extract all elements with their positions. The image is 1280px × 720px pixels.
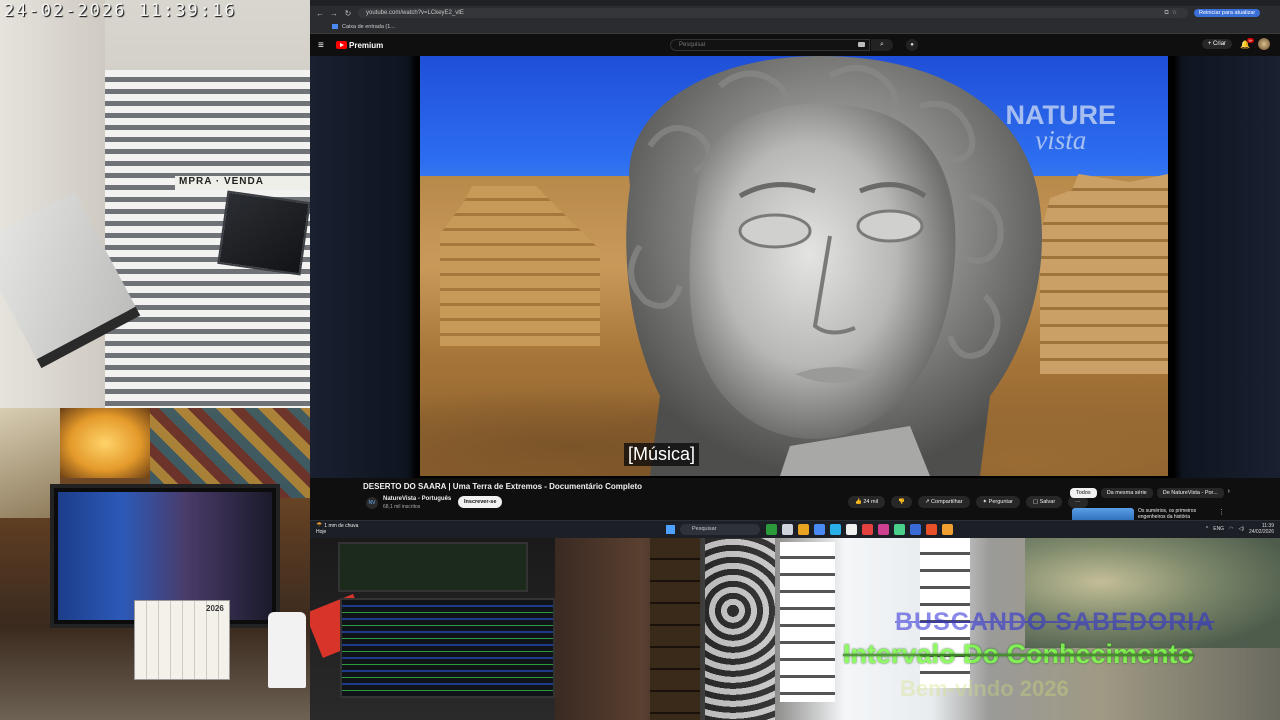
taskbar-app-icon[interactable] (846, 524, 857, 535)
taskbar-app-icon[interactable] (830, 524, 841, 535)
recommendation-title[interactable]: Os sumérios, os primeiros engenheiros da… (1138, 508, 1218, 520)
url-text: youtube.com/watch?v=LCkeyE2_vtE (366, 10, 464, 16)
back-icon[interactable]: ← (316, 9, 324, 18)
save-button[interactable]: ▢ Salvar (1025, 496, 1063, 508)
screen-capture: ← → ↻ youtube.com/watch?v=LCkeyE2_vtE ⧉☆… (310, 0, 1280, 538)
chevron-right-icon[interactable]: › (1228, 488, 1230, 498)
channel-subscribers: 68,1 mil inscritos (383, 504, 421, 510)
like-button[interactable]: 👍 24 mil (848, 496, 886, 508)
recommendation-chips: Todos Da mesma série De NatureVista - Po… (1070, 488, 1230, 498)
camera-timestamp: 24-02-2026 11:39:16 (4, 1, 237, 21)
ask-button[interactable]: ✦ Perguntar (975, 496, 1020, 508)
windows-taskbar: ☂ 1 mm de chuva Hoje Pesquisar ^ ENG ◠ ◁)… (310, 520, 1280, 538)
chip-same-series[interactable]: Da mesma série (1100, 488, 1153, 498)
bookshelf (650, 538, 700, 720)
taskbar-app-icon[interactable] (894, 524, 905, 535)
volume-icon[interactable]: ◁) (1238, 526, 1244, 532)
taskbar-app-icon[interactable] (878, 524, 889, 535)
monitor-secondary (338, 542, 528, 592)
youtube-play-icon (336, 41, 347, 49)
reload-icon[interactable]: ↻ (344, 9, 352, 18)
restart-update-button[interactable]: Reiniciar para atualizar (1194, 9, 1261, 17)
video-player[interactable]: NATURE vista [Música] (420, 56, 1168, 476)
forward-icon[interactable]: → (330, 9, 338, 18)
taskbar-app-icon[interactable] (766, 524, 777, 535)
monitor-editing (340, 598, 555, 698)
taskbar-search[interactable]: Pesquisar (680, 524, 760, 535)
channel-name[interactable]: NatureVista - Português (383, 496, 451, 502)
taskbar-app-icon[interactable] (926, 524, 937, 535)
language-indicator[interactable]: ENG (1213, 526, 1224, 532)
search-icon[interactable]: ⌕ (871, 39, 893, 51)
calendar-year: 2026 (206, 604, 224, 613)
dislike-button[interactable]: 👎 (891, 496, 912, 508)
address-bar-icons: ⧉☆ (1164, 10, 1180, 16)
overlay-subtitle: Intervalo Do Conhecimento (843, 639, 1195, 669)
microphone-icon[interactable]: ● (906, 39, 918, 51)
taskbar-app-icon[interactable] (862, 524, 873, 535)
address-bar[interactable]: youtube.com/watch?v=LCkeyE2_vtE ⧉☆ (358, 8, 1188, 18)
camera-feed-desk: 2026 (0, 408, 310, 720)
mail-icon (332, 24, 338, 29)
create-button[interactable]: + Criar (1201, 39, 1233, 49)
search-input[interactable]: Pesquisar (670, 39, 870, 51)
video-actions: 👍 24 mil 👎 ↗ Compartilhar ✦ Perguntar ▢ … (848, 496, 1088, 508)
bottle (268, 612, 306, 688)
weather-widget[interactable]: ☂ 1 mm de chuva Hoje (316, 522, 358, 535)
taskbar-app-icon[interactable] (910, 524, 921, 535)
patterned-wall (705, 538, 775, 720)
bookmark-inbox[interactable]: Caixa de entrada (1... (342, 24, 395, 30)
taskbar-app-icon[interactable] (782, 524, 793, 535)
taskbar-apps (766, 524, 953, 535)
window-left (780, 542, 835, 702)
video-caption: [Música] (624, 443, 700, 466)
nature-vista-watermark: NATURE vista (1005, 100, 1117, 155)
marble-statue-head (590, 56, 1060, 476)
chip-all[interactable]: Todos (1070, 488, 1097, 498)
recommendation-menu-icon[interactable]: ⋮ (1218, 508, 1225, 516)
browser-toolbar: ← → ↻ youtube.com/watch?v=LCkeyE2_vtE ⧉☆… (310, 6, 1280, 20)
keyboard-icon[interactable] (858, 42, 865, 47)
account-avatar[interactable] (1258, 38, 1270, 50)
chip-channel[interactable]: De NatureVista - Por... (1156, 488, 1224, 498)
overlay-welcome: Bem-vindo 2026 (900, 676, 1069, 701)
rain-icon: ☂ (316, 522, 323, 529)
subscribe-button[interactable]: Inscrever-se (458, 496, 503, 508)
taskbar-app-icon[interactable] (942, 524, 953, 535)
clock[interactable]: 11:39 24/02/2026 (1249, 523, 1274, 535)
notification-badge: 9+ (1247, 37, 1254, 43)
overlay-title: BUSCANDO SABEDORIA (895, 608, 1215, 636)
youtube-header: ≡ Premium Pesquisar ⌕ ● + Criar 🔔 9+ (310, 34, 1280, 56)
system-tray: ^ ENG ◠ ◁) 11:39 24/02/2026 (1206, 523, 1274, 535)
notifications-bell-icon[interactable]: 🔔 9+ (1240, 37, 1254, 49)
taskbar-app-icon[interactable] (814, 524, 825, 535)
camera-feed-street: MPRA · VENDA 24-02-2026 11:39:16 (0, 0, 310, 408)
video-title: DESERTO DO SAARA | Uma Terra de Extremos… (363, 482, 643, 491)
bookmarks-bar: Caixa de entrada (1... (310, 20, 1280, 34)
hanging-laptop-dark (217, 190, 310, 276)
header-actions: + Criar 🔔 9+ (1201, 37, 1270, 50)
wifi-icon[interactable]: ◠ (1229, 526, 1233, 532)
channel-avatar[interactable]: NV (366, 497, 378, 509)
taskbar-app-icon[interactable] (798, 524, 809, 535)
hamburger-menu-icon[interactable]: ≡ (318, 40, 332, 51)
youtube-logo[interactable]: Premium (336, 41, 383, 50)
video-player-area: NATURE vista [Música] (310, 56, 1280, 478)
lamp (60, 408, 150, 478)
share-button[interactable]: ↗ Compartilhar (917, 496, 970, 508)
camera-feed-monitors (310, 538, 555, 720)
windows-start-icon[interactable] (666, 525, 675, 534)
shop-sign: MPRA · VENDA (175, 176, 310, 190)
chevron-up-icon[interactable]: ^ (1206, 526, 1208, 532)
